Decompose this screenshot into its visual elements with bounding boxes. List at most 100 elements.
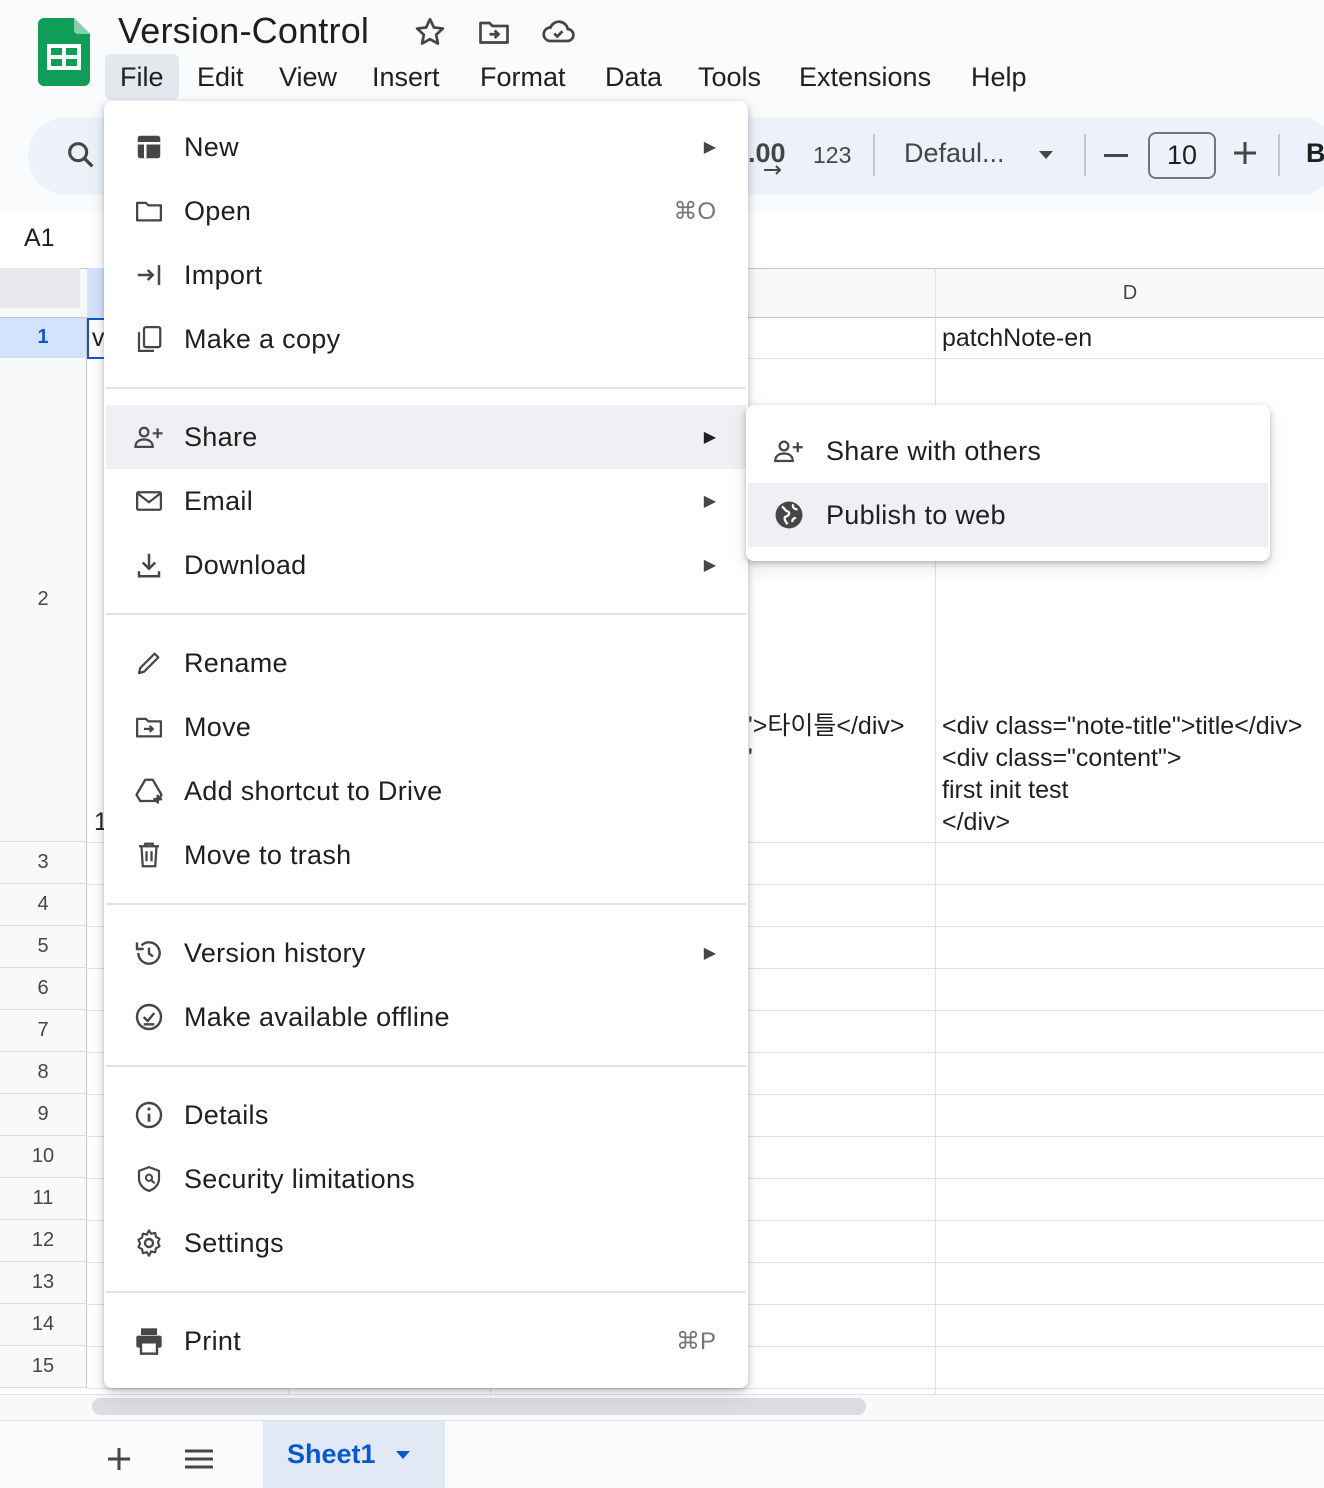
sheet-tab-label: Sheet1 [287, 1439, 376, 1469]
move-folder-icon [132, 710, 166, 744]
horizontal-scrollbar[interactable] [92, 1398, 866, 1415]
app-header: Version-Control File Edit View Insert Fo… [0, 0, 1324, 110]
row-header-2[interactable]: 2 [0, 358, 87, 842]
row-header-15[interactable]: 15 [0, 1346, 87, 1388]
star-icon[interactable] [412, 14, 448, 50]
submenu-arrow-icon: ▶ [703, 429, 716, 446]
menu-divider [106, 613, 746, 615]
cell-a1[interactable]: v [92, 322, 105, 354]
share-submenu: Share with others Publish to web [746, 405, 1270, 561]
gear-icon [132, 1226, 166, 1260]
menu-item-new[interactable]: New ▶ [106, 115, 746, 179]
person-add-icon [772, 434, 806, 468]
import-icon [132, 258, 166, 292]
submenu-item-publish-to-web[interactable]: Publish to web [748, 483, 1268, 547]
decimal-arrow-icon [762, 163, 784, 177]
dropdown-caret-icon[interactable] [1036, 148, 1056, 162]
menu-item-details[interactable]: Details [106, 1083, 746, 1147]
row-header-8[interactable]: 8 [0, 1052, 87, 1094]
all-sheets-menu-icon[interactable] [184, 1448, 214, 1470]
menu-divider [106, 1291, 746, 1293]
row-header-7[interactable]: 7 [0, 1010, 87, 1052]
drive-shortcut-icon [132, 774, 166, 808]
cell-d1[interactable]: patchNote-en [942, 322, 1092, 354]
row-header-10[interactable]: 10 [0, 1136, 87, 1178]
row-header-12[interactable]: 12 [0, 1220, 87, 1262]
menu-item-move[interactable]: Move [106, 695, 746, 759]
submenu-arrow-icon: ▶ [703, 493, 716, 510]
menu-data[interactable]: Data [590, 54, 677, 100]
cloud-saved-icon[interactable] [540, 14, 576, 50]
font-size-input[interactable]: 10 [1148, 132, 1216, 179]
file-menu: New ▶ Open ⌘O Import Make a copy Share ▶ [104, 101, 748, 1388]
toolbar-divider [1084, 134, 1086, 176]
menu-item-move-to-trash[interactable]: Move to trash [106, 823, 746, 887]
menu-item-print[interactable]: Print ⌘P [106, 1309, 746, 1373]
menu-item-settings[interactable]: Settings [106, 1211, 746, 1275]
row-header-4[interactable]: 4 [0, 884, 87, 926]
menu-item-import[interactable]: Import [106, 243, 746, 307]
folder-icon [132, 194, 166, 228]
add-sheet-icon[interactable] [106, 1446, 132, 1472]
column-a-header[interactable] [87, 268, 105, 318]
email-icon [132, 484, 166, 518]
info-icon [132, 1098, 166, 1132]
submenu-item-share-with-others[interactable]: Share with others [748, 419, 1268, 483]
menu-item-make-available-offline[interactable]: Make available offline [106, 985, 746, 1049]
menu-extensions[interactable]: Extensions [784, 54, 946, 100]
move-folder-icon[interactable] [476, 14, 512, 50]
name-box[interactable]: A1 [24, 224, 55, 253]
row-header-5[interactable]: 5 [0, 926, 87, 968]
menu-divider [106, 903, 746, 905]
download-icon [132, 548, 166, 582]
menu-edit[interactable]: Edit [182, 54, 259, 100]
row-header-11[interactable]: 11 [0, 1178, 87, 1220]
cell-d2[interactable]: <div class="note-title">title</div> <div… [942, 710, 1302, 838]
cell-c2[interactable]: '>타이틀</div> [748, 710, 904, 742]
person-add-icon [132, 420, 166, 454]
history-icon [132, 936, 166, 970]
offline-icon [132, 1000, 166, 1034]
row-header-14[interactable]: 14 [0, 1304, 87, 1346]
font-family-select[interactable]: Defaul... [904, 138, 1005, 169]
row-header-9[interactable]: 9 [0, 1094, 87, 1136]
menu-item-share[interactable]: Share ▶ [106, 405, 746, 469]
new-sheet-icon [132, 130, 166, 164]
menu-insert[interactable]: Insert [357, 54, 455, 100]
menu-tools[interactable]: Tools [683, 54, 776, 100]
trash-icon [132, 838, 166, 872]
search-menus-icon[interactable] [64, 138, 98, 172]
decrease-font-size-icon[interactable] [1104, 154, 1128, 157]
menu-item-download[interactable]: Download ▶ [106, 533, 746, 597]
menu-format[interactable]: Format [465, 54, 581, 100]
select-all-corner[interactable] [0, 268, 80, 308]
sheets-logo-icon[interactable] [38, 18, 90, 86]
menu-item-security-limitations[interactable]: Security limitations [106, 1147, 746, 1211]
menu-file[interactable]: File [105, 54, 179, 100]
row-header-1[interactable]: 1 [0, 318, 87, 358]
column-d-header[interactable]: D [935, 268, 1324, 318]
menu-item-email[interactable]: Email ▶ [106, 469, 746, 533]
dropdown-caret-icon[interactable] [394, 1449, 412, 1461]
menu-view[interactable]: View [264, 54, 352, 100]
row-header-3[interactable]: 3 [0, 842, 87, 884]
globe-icon [772, 498, 806, 532]
menu-divider [106, 387, 746, 389]
shortcut-print: ⌘P [675, 1327, 716, 1355]
copy-icon [132, 322, 166, 356]
row-header-6[interactable]: 6 [0, 968, 87, 1010]
row-header-13[interactable]: 13 [0, 1262, 87, 1304]
submenu-arrow-icon: ▶ [703, 945, 716, 962]
menu-help[interactable]: Help [956, 54, 1042, 100]
menu-item-rename[interactable]: Rename [106, 631, 746, 695]
menu-item-version-history[interactable]: Version history ▶ [106, 921, 746, 985]
menu-item-add-shortcut[interactable]: Add shortcut to Drive [106, 759, 746, 823]
menu-item-make-a-copy[interactable]: Make a copy [106, 307, 746, 371]
sheet-tab-sheet1[interactable]: Sheet1 [263, 1421, 445, 1488]
number-format-button[interactable]: 123 [813, 142, 851, 169]
menu-item-open[interactable]: Open ⌘O [106, 179, 746, 243]
toolbar-divider [1278, 134, 1280, 176]
document-title[interactable]: Version-Control [118, 10, 369, 52]
bold-button[interactable]: B [1306, 138, 1324, 169]
increase-font-size-icon[interactable] [1232, 140, 1258, 166]
